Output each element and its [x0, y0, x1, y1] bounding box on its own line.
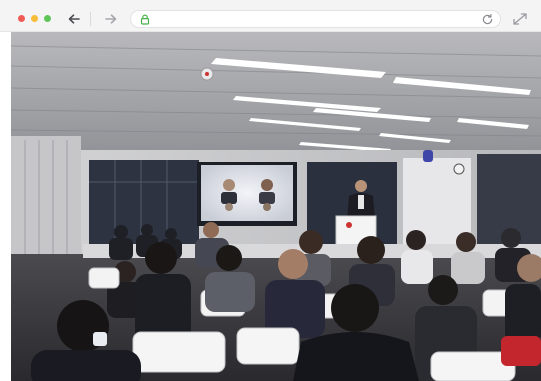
address-bar[interactable]: [130, 10, 501, 28]
page-viewport: [11, 32, 541, 381]
maximize-window-button[interactable]: [44, 15, 51, 22]
event-photo: [11, 32, 541, 381]
lock-icon: [140, 14, 150, 25]
minimize-window-button[interactable]: [31, 15, 38, 22]
back-button[interactable]: [66, 11, 82, 27]
toolbar-divider: [90, 12, 91, 26]
arrow-left-icon: [68, 14, 80, 24]
reload-icon[interactable]: [481, 13, 494, 26]
expand-icon[interactable]: [512, 12, 528, 26]
arrow-right-icon: [105, 14, 117, 24]
close-window-button[interactable]: [18, 15, 25, 22]
browser-window: [0, 0, 541, 381]
forward-button[interactable]: [103, 11, 119, 27]
browser-toolbar: [0, 0, 541, 32]
